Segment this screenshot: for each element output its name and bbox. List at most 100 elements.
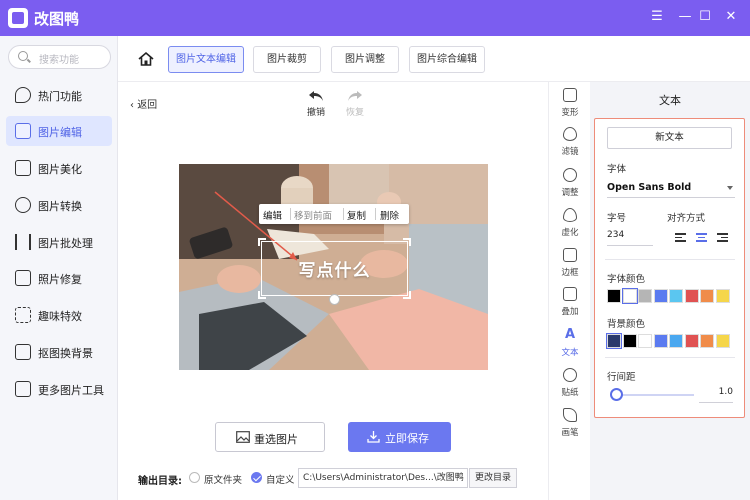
maximize-icon[interactable]: ☐: [696, 8, 714, 26]
tool-transform[interactable]: 变形: [549, 88, 591, 126]
undo-label: 撤销: [306, 108, 325, 118]
reselect-image-button[interactable]: 重选图片: [215, 422, 325, 452]
sidebar-item-repair[interactable]: 照片修复: [6, 263, 112, 293]
sidebar-item-cutout[interactable]: 抠图换背景: [6, 337, 112, 367]
menu-bring-front[interactable]: 移到前面: [294, 208, 332, 222]
font-color-swatch[interactable]: [700, 289, 714, 303]
line-spacing-label: 行间距: [607, 372, 636, 383]
resize-handle[interactable]: [258, 291, 266, 299]
line-spacing-slider-knob[interactable]: [610, 388, 623, 401]
sidebar-item-convert[interactable]: 图片转换: [6, 190, 112, 220]
resize-handle[interactable]: [258, 238, 266, 246]
tool-blur[interactable]: 虚化: [549, 208, 591, 246]
rotate-handle[interactable]: [329, 294, 340, 305]
search-icon: [18, 51, 28, 61]
redo-label: 恢复: [345, 108, 364, 118]
feature-tabs: 图片文本编辑 图片裁剪 图片调整 图片综合编辑: [118, 36, 750, 82]
font-color-swatch[interactable]: [607, 289, 621, 303]
menu-icon[interactable]: ☰: [648, 8, 666, 26]
line-spacing-value[interactable]: 1.0: [699, 387, 733, 403]
sidebar-item-effects[interactable]: 趣味特效: [6, 300, 112, 330]
bg-color-swatch[interactable]: [700, 334, 714, 348]
tool-filter[interactable]: 滤镜: [549, 127, 591, 165]
close-icon[interactable]: ✕: [722, 8, 740, 26]
align-left-icon[interactable]: [675, 233, 686, 242]
menu-edit[interactable]: 编辑: [263, 208, 282, 222]
font-color-swatch[interactable]: [653, 289, 668, 303]
radio-source-folder[interactable]: [189, 472, 200, 483]
bg-color-swatch[interactable]: [622, 334, 637, 348]
sidebar-item-label: 图片编辑: [38, 126, 82, 139]
app-title: 改图鸭: [34, 10, 80, 28]
reselect-label: 重选图片: [254, 433, 298, 446]
font-color-swatch[interactable]: [621, 288, 638, 304]
menu-delete[interactable]: 删除: [380, 208, 399, 222]
new-text-button[interactable]: 新文本: [607, 127, 732, 149]
redo-button[interactable]: 恢复: [340, 90, 370, 118]
tab-crop[interactable]: 图片裁剪: [253, 46, 321, 73]
sidebar: 搜索功能 热门功能 图片编辑 图片美化 图片转换 图片批处理 照片修复 趣味特效…: [0, 36, 118, 500]
bg-color-swatch[interactable]: [715, 334, 730, 348]
radio-custom[interactable]: [251, 472, 262, 483]
tool-text[interactable]: A 文本: [549, 328, 591, 366]
menu-copy[interactable]: 复制: [347, 208, 366, 222]
back-link[interactable]: ‹ 返回: [130, 96, 157, 111]
tool-label: 叠加: [561, 307, 579, 317]
font-color-swatch[interactable]: [669, 289, 683, 303]
save-button[interactable]: 立即保存: [348, 422, 451, 452]
tab-adjust[interactable]: 图片调整: [331, 46, 399, 73]
bg-color-swatch[interactable]: [669, 334, 683, 348]
tool-label: 变形: [561, 108, 579, 118]
minimize-icon[interactable]: —: [676, 8, 694, 26]
menu-divider: [343, 208, 344, 220]
brush-icon: [563, 408, 577, 422]
bg-color-swatch[interactable]: [653, 334, 668, 348]
text-box[interactable]: 写点什么: [258, 238, 411, 305]
sidebar-item-hot[interactable]: 热门功能: [6, 80, 112, 110]
sparkle-icon: [15, 307, 31, 323]
sidebar-item-beautify[interactable]: 图片美化: [6, 153, 112, 183]
line-spacing-slider[interactable]: [619, 394, 694, 396]
change-dir-button[interactable]: 更改目录: [469, 468, 517, 488]
align-center-icon[interactable]: [696, 233, 707, 242]
sidebar-item-label: 照片修复: [38, 273, 82, 286]
download-icon: [367, 431, 380, 443]
font-color-swatch[interactable]: [684, 289, 699, 303]
output-path-field[interactable]: C:\Users\Administrator\Des...\改图鸭: [298, 468, 468, 488]
font-select[interactable]: Open Sans Bold: [607, 180, 735, 198]
font-size-field[interactable]: 234: [607, 230, 653, 246]
font-color-label: 字体颜色: [607, 274, 646, 285]
panel-title: 文本: [659, 94, 681, 107]
sidebar-item-image-edit[interactable]: 图片编辑: [6, 116, 112, 146]
undo-button[interactable]: 撤销: [301, 90, 331, 118]
image-beautify-icon: [15, 160, 31, 176]
app-logo-icon: [8, 8, 28, 28]
font-color-swatch[interactable]: [715, 289, 730, 303]
tool-border[interactable]: 边框: [549, 248, 591, 286]
font-color-swatch[interactable]: [638, 289, 652, 303]
resize-handle[interactable]: [403, 238, 411, 246]
font-value: Open Sans Bold: [607, 182, 692, 193]
redo-icon: [348, 91, 362, 101]
cutout-icon: [15, 344, 31, 360]
output-dir-label: 输出目录:: [138, 476, 182, 487]
align-right-icon[interactable]: [717, 233, 728, 242]
tab-text-edit[interactable]: 图片文本编辑: [168, 46, 244, 73]
tab-composite-edit[interactable]: 图片综合编辑: [409, 46, 485, 73]
sidebar-item-more-tools[interactable]: 更多图片工具: [6, 374, 112, 404]
sidebar-item-label: 图片美化: [38, 163, 82, 176]
bg-color-swatch[interactable]: [606, 333, 622, 349]
bg-color-swatch[interactable]: [638, 334, 652, 348]
home-icon[interactable]: [138, 51, 154, 67]
tool-adjust[interactable]: 调整: [549, 168, 591, 206]
search-input[interactable]: 搜索功能: [8, 45, 111, 69]
tool-brush[interactable]: 画笔: [549, 408, 591, 446]
size-label: 字号: [607, 213, 627, 224]
text-box-content[interactable]: 写点什么: [262, 256, 407, 281]
tool-overlay[interactable]: 叠加: [549, 287, 591, 325]
tool-sticker[interactable]: 贴纸: [549, 368, 591, 406]
bg-color-swatch[interactable]: [684, 334, 699, 348]
resize-handle[interactable]: [403, 291, 411, 299]
sidebar-item-batch[interactable]: 图片批处理: [6, 227, 112, 257]
sidebar-item-label: 更多图片工具: [38, 384, 104, 397]
